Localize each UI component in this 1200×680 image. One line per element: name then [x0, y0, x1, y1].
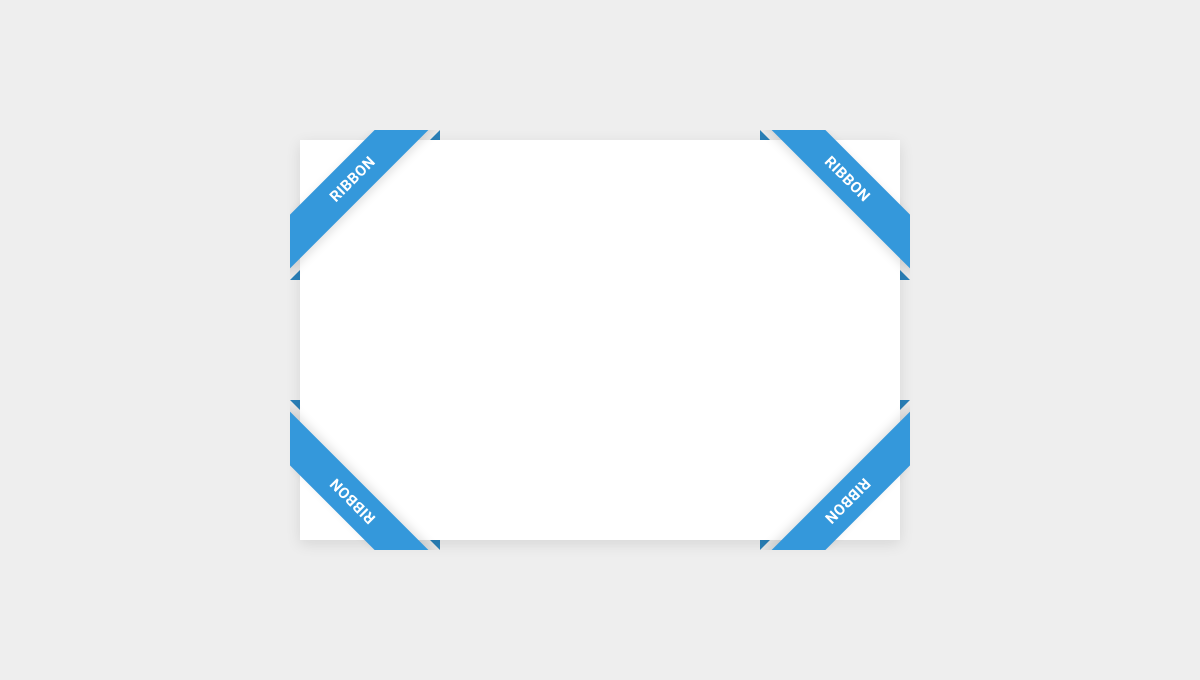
corner-ribbon-top-left: RIBBON	[290, 130, 440, 280]
ribbon-label: RIBBON	[290, 130, 440, 272]
ribbon-label: RIBBON	[760, 130, 910, 272]
corner-ribbon-bottom-right: RIBBON	[760, 400, 910, 550]
card: RIBBON RIBBON RIBBON RIBBON	[300, 140, 900, 540]
ribbon-label: RIBBON	[290, 408, 440, 550]
corner-ribbon-bottom-left: RIBBON	[290, 400, 440, 550]
ribbon-label: RIBBON	[760, 408, 910, 550]
corner-ribbon-top-right: RIBBON	[760, 130, 910, 280]
